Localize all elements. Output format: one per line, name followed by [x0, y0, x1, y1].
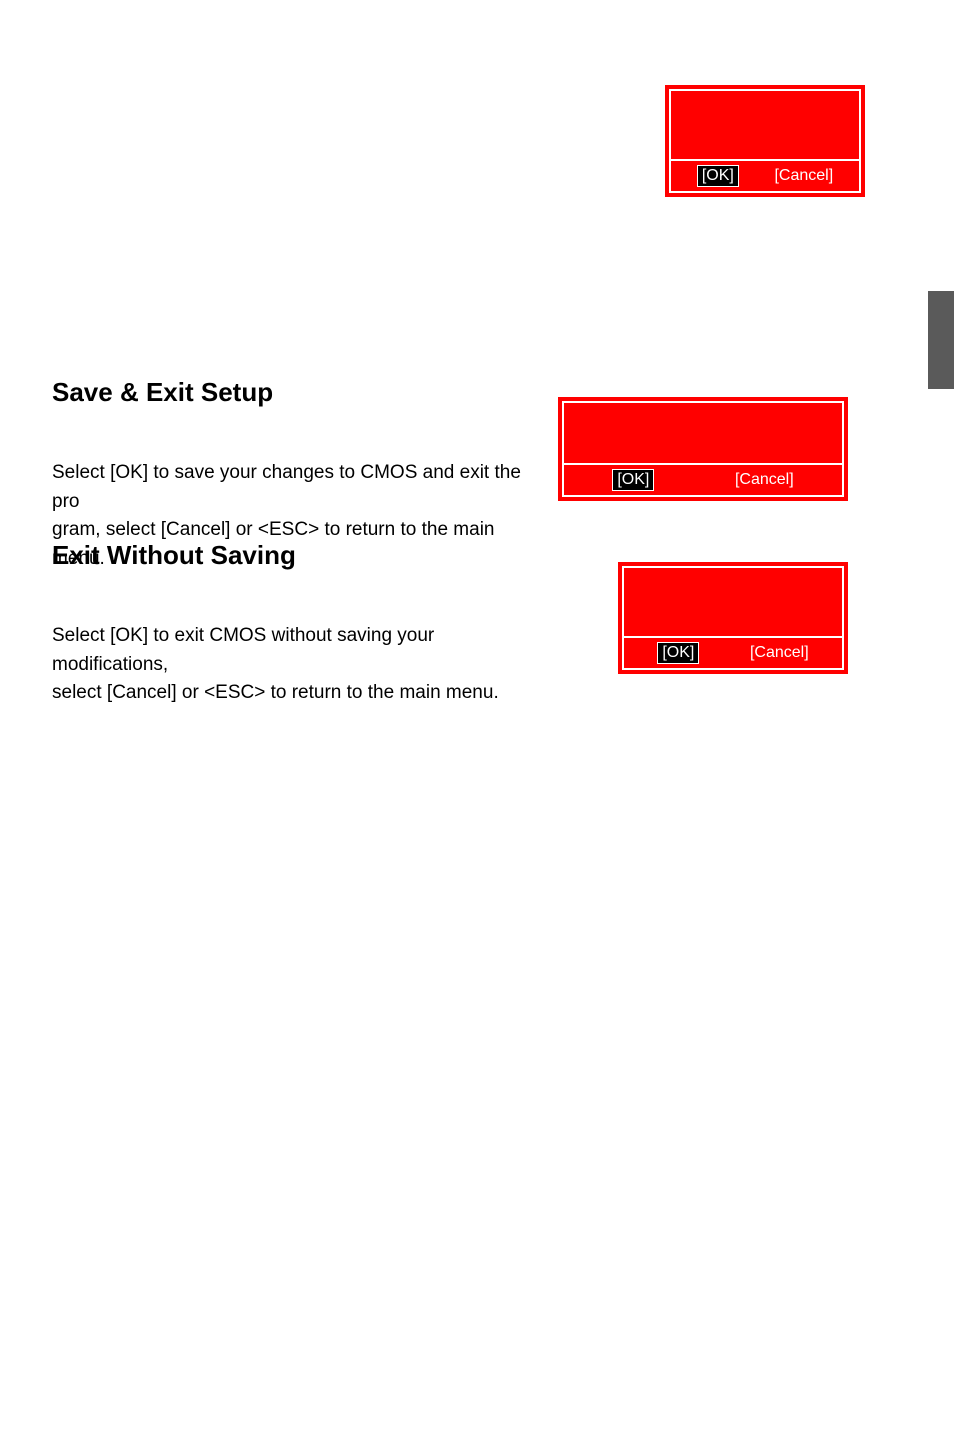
save-exit-heading: Save & Exit Setup — [52, 377, 273, 408]
exit-without-saving-paragraph-line2: select [Cancel] or <ESC> to return to th… — [52, 682, 499, 703]
dialog-exit-nosave: [OK] [Cancel] — [618, 562, 848, 674]
dialog-save-exit-button-row: [OK] [Cancel] — [564, 465, 842, 495]
ok-button[interactable]: [OK] — [612, 469, 654, 491]
dialog-exit-nosave-body — [624, 568, 842, 638]
save-exit-paragraph-line1: Select [OK] to save your changes to CMOS… — [52, 462, 521, 512]
dialog-save-exit: [OK] [Cancel] — [558, 397, 848, 501]
dialog-save-exit-inner: [OK] [Cancel] — [562, 401, 844, 497]
cancel-button[interactable]: [Cancel] — [750, 644, 809, 662]
exit-without-saving-paragraph-line1: Select [OK] to exit CMOS without saving … — [52, 625, 434, 675]
dialog-exit-nosave-inner: [OK] [Cancel] — [622, 566, 844, 670]
cancel-button[interactable]: [Cancel] — [735, 471, 794, 489]
ok-button[interactable]: [OK] — [657, 642, 699, 664]
dialog-top-inner: [OK] [Cancel] — [669, 89, 861, 193]
dialog-top-body — [671, 91, 859, 161]
page-side-tab — [928, 291, 954, 389]
cancel-button[interactable]: [Cancel] — [774, 167, 833, 185]
exit-without-saving-heading: Exit Without Saving — [52, 540, 296, 571]
dialog-save-exit-body — [564, 403, 842, 465]
dialog-exit-nosave-button-row: [OK] [Cancel] — [624, 638, 842, 668]
ok-button[interactable]: [OK] — [697, 165, 739, 187]
exit-without-saving-paragraph: Select [OK] to exit CMOS without saving … — [52, 622, 552, 708]
dialog-top-button-row: [OK] [Cancel] — [671, 161, 859, 191]
dialog-top: [OK] [Cancel] — [665, 85, 865, 197]
